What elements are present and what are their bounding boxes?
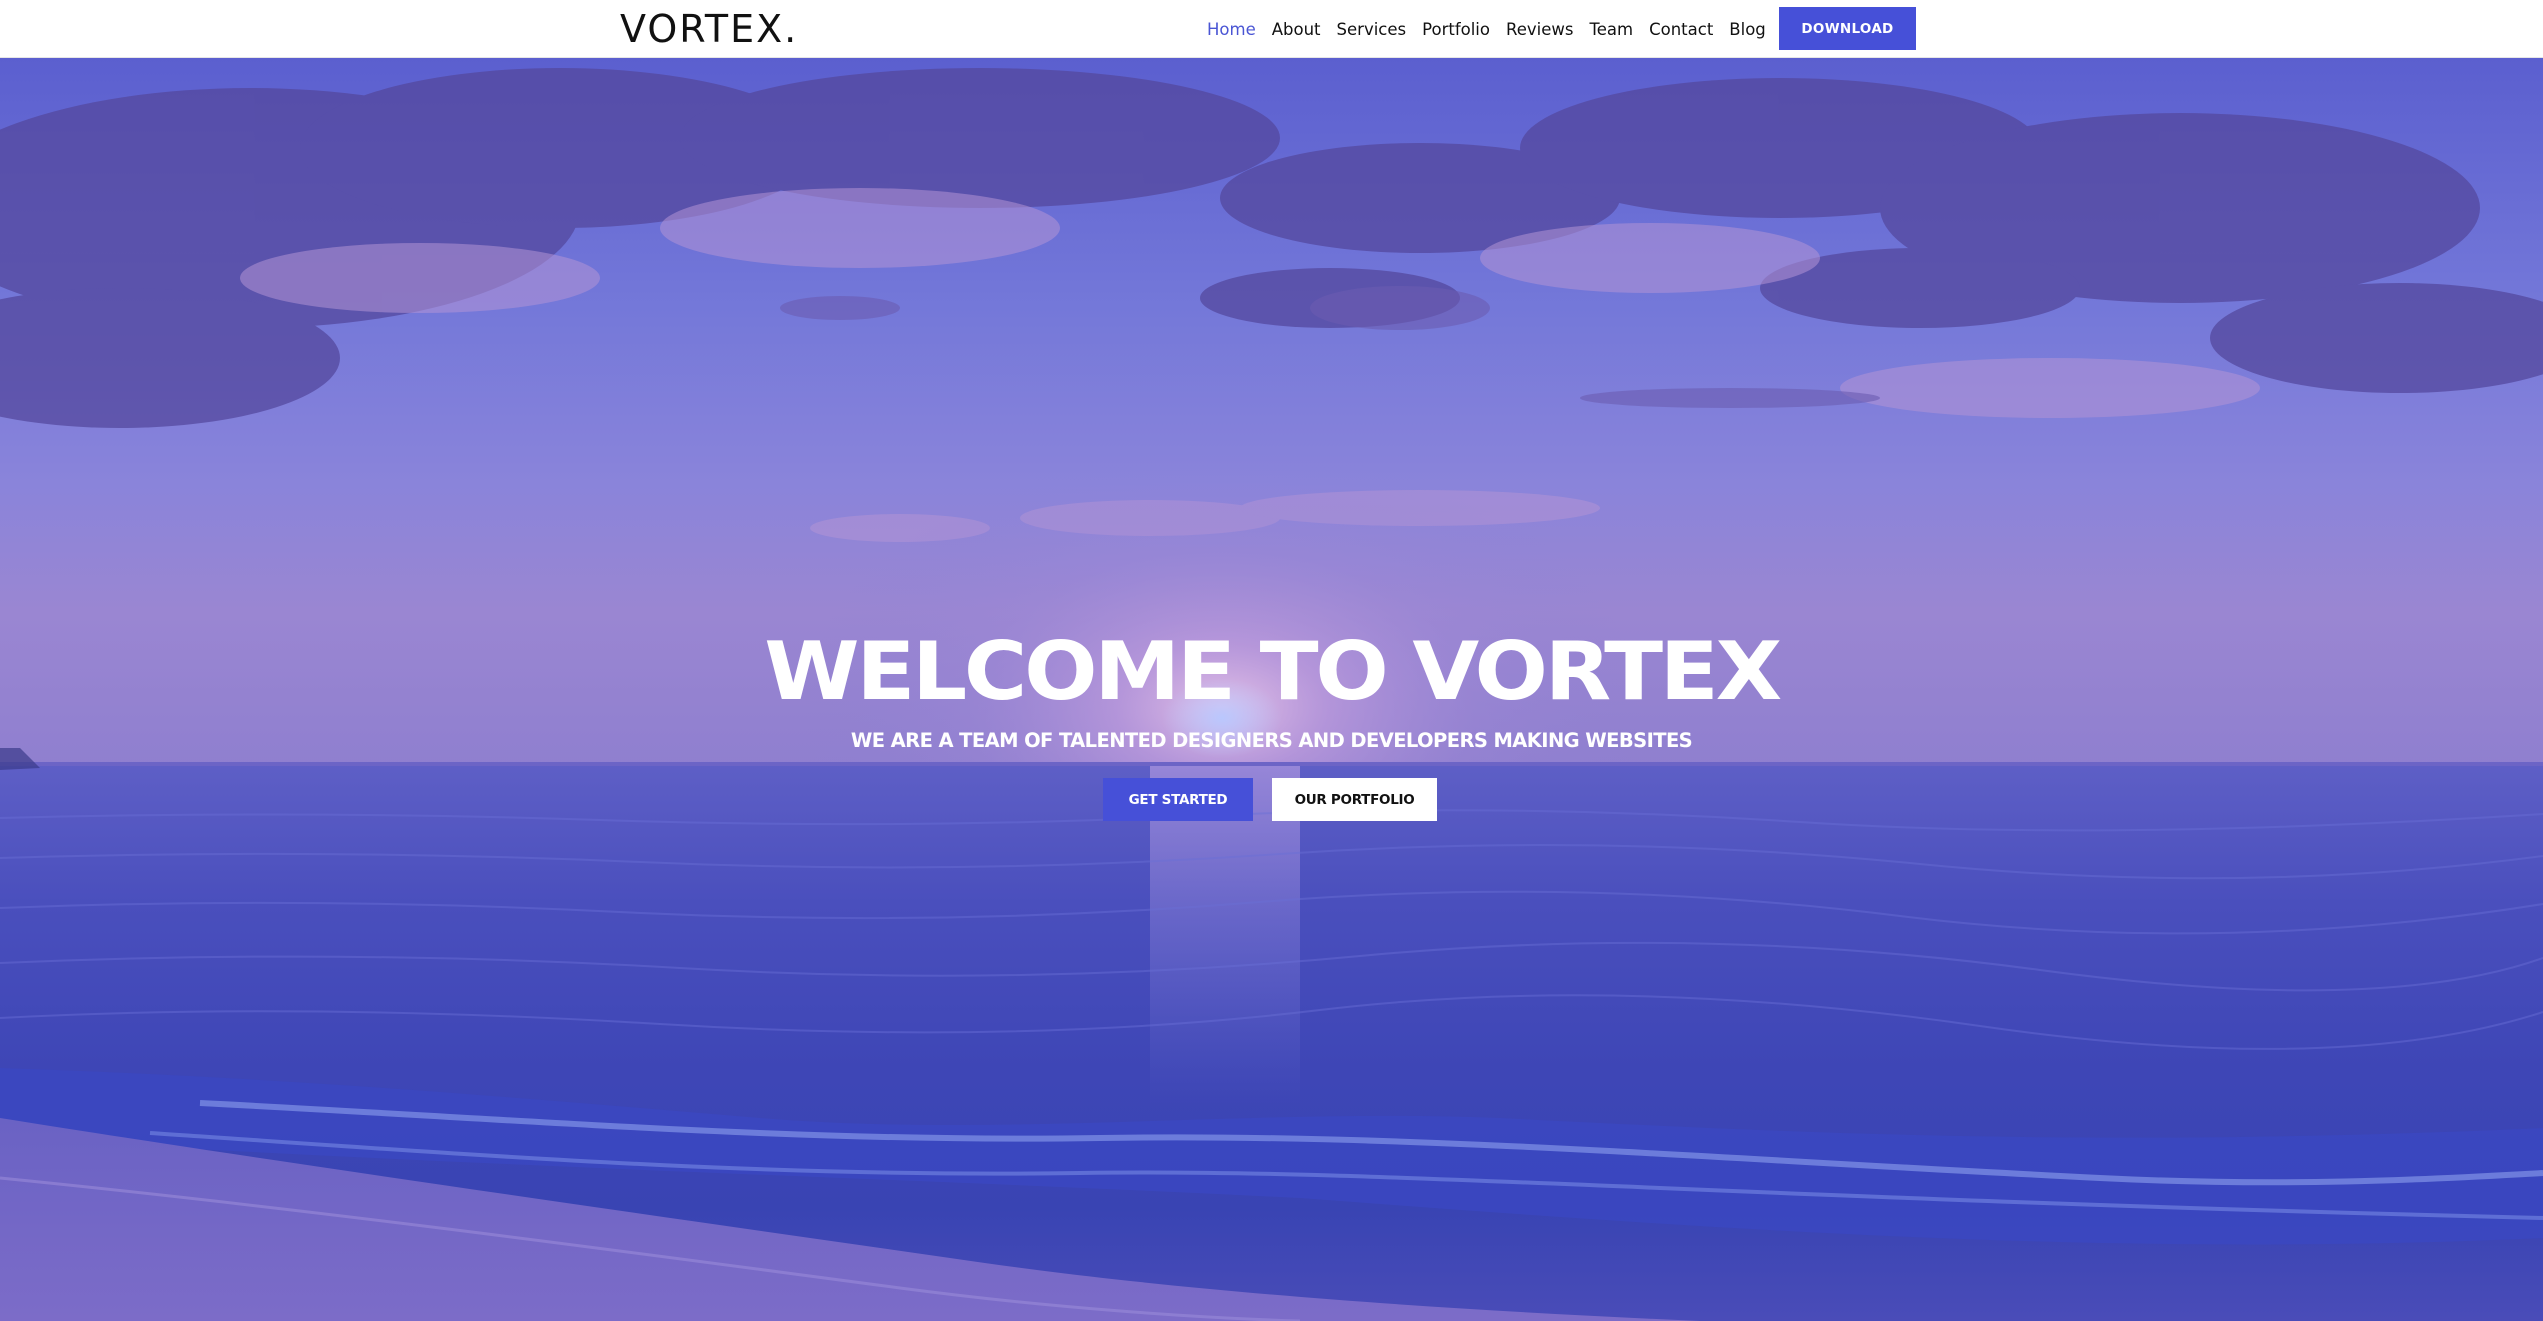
hero-buttons: GET STARTED OUR PORTFOLIO: [1103, 778, 1437, 821]
nav-link-services[interactable]: Services: [1337, 20, 1407, 39]
site-logo[interactable]: VORTEX.: [620, 6, 798, 52]
download-button[interactable]: DOWNLOAD: [1779, 7, 1916, 50]
main-nav: Home About Services Portfolio Reviews Te…: [1207, 0, 1782, 58]
nav-link-contact[interactable]: Contact: [1649, 20, 1713, 39]
nav-link-home[interactable]: Home: [1207, 20, 1256, 39]
site-header: VORTEX. Home About Services Portfolio Re…: [0, 0, 2543, 58]
nav-link-portfolio[interactable]: Portfolio: [1422, 20, 1490, 39]
hero-subtitle: WE ARE A TEAM OF TALENTED DESIGNERS AND …: [850, 729, 1693, 752]
hero-title: WELCOME TO VORTEX: [764, 625, 1782, 718]
hero-section: WELCOME TO VORTEX WE ARE A TEAM OF TALEN…: [0, 58, 2543, 1321]
our-portfolio-button[interactable]: OUR PORTFOLIO: [1272, 778, 1437, 821]
nav-link-about[interactable]: About: [1272, 20, 1321, 39]
nav-link-team[interactable]: Team: [1589, 20, 1633, 39]
nav-link-reviews[interactable]: Reviews: [1506, 20, 1573, 39]
nav-link-blog[interactable]: Blog: [1729, 20, 1765, 39]
get-started-button[interactable]: GET STARTED: [1103, 778, 1253, 821]
